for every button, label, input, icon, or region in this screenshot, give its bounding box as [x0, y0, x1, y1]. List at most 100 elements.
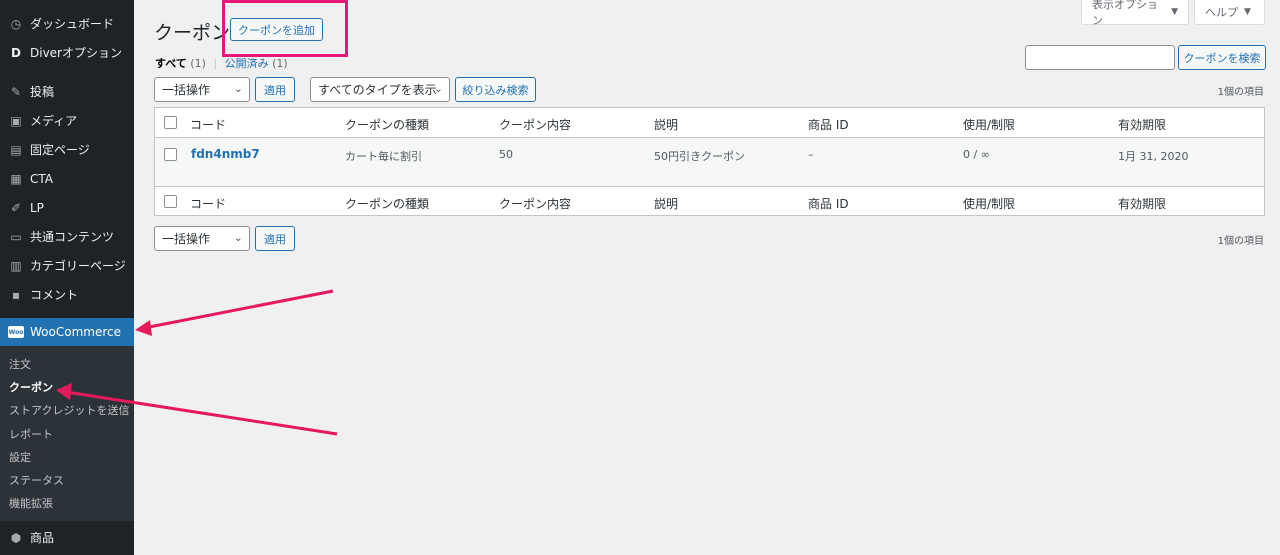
coupon-type-filter-value: すべてのタイプを表示: [318, 83, 437, 97]
apply-button-bottom[interactable]: 適用: [255, 226, 295, 251]
submenu-item-settings[interactable]: 設定: [0, 445, 134, 468]
filter-published-link[interactable]: 公開済み: [225, 57, 269, 70]
table-header: コード クーポンの種類 クーポン内容 説明 商品 ID 使用/制限 有効期限: [155, 108, 1264, 138]
sidebar-item-media[interactable]: ▣ メディア: [0, 106, 134, 135]
sidebar-item-label: 商品: [30, 531, 55, 546]
items-count-bottom: 1個の項目: [1217, 236, 1264, 247]
coupon-type-cell: カート毎に割引: [345, 150, 422, 163]
woocommerce-icon: Woo: [8, 324, 24, 340]
coupon-code-link[interactable]: fdn4nmb7: [191, 147, 260, 161]
page-title: クーポン: [154, 22, 231, 44]
table-footer: コード クーポンの種類 クーポン内容 説明 商品 ID 使用/制限 有効期限: [155, 186, 1264, 216]
main-content: 表示オプション ▼ ヘルプ ▼ クーポン クーポンを追加 すべて (1) | 公…: [134, 0, 1280, 555]
submenu-item-send-store-credit[interactable]: ストアクレジットを送信: [0, 399, 134, 422]
coupon-description-cell: 50円引きクーポン: [654, 150, 745, 163]
sidebar-item-diver-options[interactable]: D Diverオプション: [0, 38, 134, 67]
column-footer-product-ids: 商品 ID: [808, 197, 849, 211]
bulk-action-value: 一括操作: [162, 83, 211, 97]
sidebar-item-label: ダッシュボード: [30, 17, 115, 31]
screen-options-button[interactable]: 表示オプション ▼: [1081, 0, 1189, 27]
filter-button[interactable]: 絞り込み検索: [455, 77, 536, 102]
sidebar-item-category-pages[interactable]: ▥ カテゴリーページ: [0, 251, 134, 280]
column-footer-code[interactable]: コード: [190, 195, 226, 212]
column-header-description: 説明: [654, 118, 679, 132]
column-footer-usage: 使用/制限: [963, 197, 1016, 211]
coupon-usage-cell: 0 / ∞: [963, 148, 990, 161]
submenu-item-orders[interactable]: 注文: [0, 352, 134, 375]
pin-icon: ✎: [10, 84, 22, 99]
bulk-action-select-top[interactable]: 一括操作 ⌄: [154, 77, 250, 102]
sidebar-item-label: 共通コンテンツ: [30, 230, 115, 244]
folder-icon: ▭: [10, 229, 22, 244]
select-all-checkbox[interactable]: [164, 116, 177, 129]
highlight-box: [222, 0, 348, 57]
sidebar-item-label: LP: [30, 200, 44, 215]
admin-sidebar: ◷ ダッシュボード D Diverオプション ✎ 投稿 ▣ メディア ▤ 固定ペ…: [0, 0, 134, 555]
woocommerce-submenu: 注文 クーポン ストアクレジットを送信 レポート 設定 ステータス 機能拡張: [0, 346, 134, 522]
sidebar-item-pages[interactable]: ▤ 固定ページ: [0, 135, 134, 164]
filter-all-link[interactable]: すべて: [155, 57, 187, 70]
column-footer-amount: クーポン内容: [499, 197, 572, 211]
coupon-product-ids-cell: –: [808, 148, 814, 161]
sidebar-item-products[interactable]: ⬢ 商品: [0, 523, 134, 552]
chevron-down-icon: ⌄: [233, 82, 243, 95]
submenu-item-extensions[interactable]: 機能拡張: [0, 492, 134, 515]
sidebar-item-label: 固定ページ: [30, 143, 90, 157]
sidebar-item-woocommerce[interactable]: Woo WooCommerce: [0, 318, 134, 346]
sidebar-item-cta[interactable]: ▦ CTA: [0, 164, 134, 193]
page-icon: ▤: [10, 142, 22, 157]
search-coupons-button[interactable]: クーポンを検索: [1178, 45, 1266, 70]
coupon-expiry-cell: 1月 31, 2020: [1118, 150, 1189, 163]
sidebar-item-label: 投稿: [30, 85, 55, 99]
help-label: ヘルプ: [1205, 6, 1238, 19]
coupon-search-input[interactable]: [1025, 45, 1175, 70]
chevron-down-icon: ⌄: [433, 82, 443, 95]
column-footer-description: 説明: [654, 197, 679, 211]
filter-all-count: (1): [190, 57, 206, 70]
product-box-icon: ⬢: [10, 530, 22, 545]
help-button[interactable]: ヘルプ ▼: [1194, 0, 1265, 25]
sidebar-item-comments[interactable]: ▪ コメント: [0, 280, 134, 309]
chevron-down-icon: ⌄: [233, 231, 243, 244]
sidebar-item-lp[interactable]: ✐ LP: [0, 193, 134, 222]
coupon-amount-cell: 50: [499, 148, 513, 161]
bulk-action-value: 一括操作: [162, 232, 211, 246]
sidebar-item-shared-content[interactable]: ▭ 共通コンテンツ: [0, 222, 134, 251]
select-all-checkbox-footer[interactable]: [164, 195, 177, 208]
sidebar-item-label: WooCommerce: [30, 325, 121, 339]
separator: |: [213, 57, 218, 70]
column-header-type: クーポンの種類: [345, 118, 430, 132]
column-header-expiry: 有効期限: [1118, 118, 1167, 132]
comment-icon: ▪: [11, 287, 21, 302]
sidebar-item-label: コメント: [30, 288, 79, 302]
sidebar-item-dashboard[interactable]: ◷ ダッシュボード: [0, 9, 134, 38]
dashboard-icon: ◷: [10, 16, 22, 31]
column-header-amount: クーポン内容: [499, 118, 572, 132]
column-header-usage: 使用/制限: [963, 118, 1016, 132]
filter-published-count: (1): [272, 57, 288, 70]
sidebar-item-label: Diverオプション: [30, 46, 122, 60]
submenu-item-reports[interactable]: レポート: [0, 422, 134, 445]
diver-logo-icon: D: [11, 45, 21, 60]
caret-down-icon: ▼: [1171, 7, 1178, 17]
sidebar-item-label: カテゴリーページ: [30, 259, 126, 273]
column-header-product-ids: 商品 ID: [808, 118, 849, 132]
caret-down-icon: ▼: [1244, 7, 1251, 17]
submenu-item-coupons[interactable]: クーポン: [0, 375, 134, 398]
sidebar-item-label: CTA: [30, 171, 53, 186]
apply-button-top[interactable]: 適用: [255, 77, 295, 102]
lp-icon: ✐: [10, 200, 22, 215]
items-count-top: 1個の項目: [1217, 87, 1264, 98]
bulk-action-select-bottom[interactable]: 一括操作 ⌄: [154, 226, 250, 251]
sidebar-item-label: メディア: [30, 114, 78, 128]
column-header-code[interactable]: コード: [190, 116, 226, 133]
column-footer-expiry: 有効期限: [1118, 197, 1167, 211]
row-checkbox[interactable]: [164, 148, 177, 161]
table-row: fdn4nmb7 カート毎に割引 50 50円引きクーポン – 0 / ∞ 1月…: [155, 138, 1264, 186]
sidebar-item-posts[interactable]: ✎ 投稿: [0, 77, 134, 106]
coupon-type-filter-select[interactable]: すべてのタイプを表示 ⌄: [310, 77, 450, 102]
column-footer-type: クーポンの種類: [345, 197, 430, 211]
media-icon: ▣: [10, 113, 22, 128]
category-page-icon: ▥: [10, 258, 22, 273]
submenu-item-status[interactable]: ステータス: [0, 468, 134, 491]
